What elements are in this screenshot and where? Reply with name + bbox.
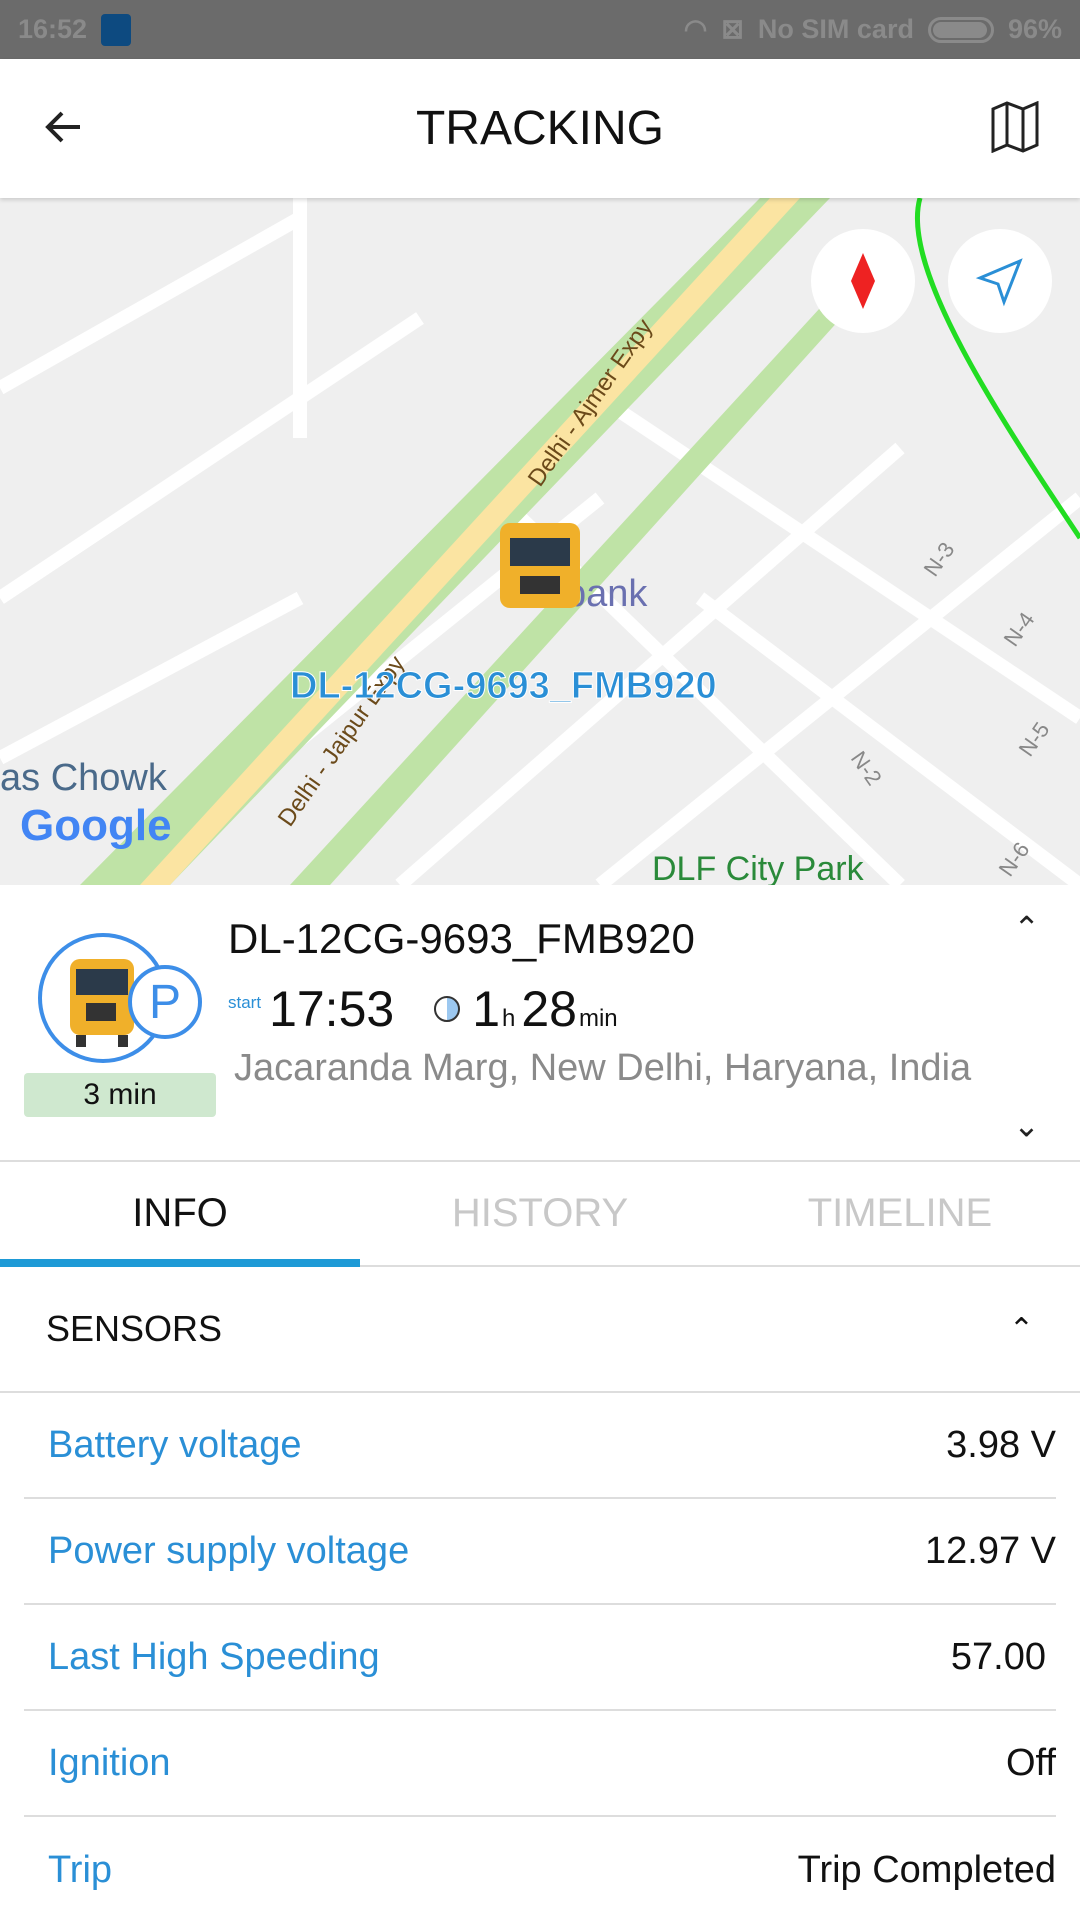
tab-bar: INFO HISTORY TIMELINE [0,1162,1080,1267]
battery-percent: 96% [1007,14,1062,44]
chevron-up-icon[interactable]: ⌃ [1009,1312,1034,1347]
tab-info[interactable]: INFO [0,1162,360,1267]
status-time: 16:52 [18,14,88,44]
sensor-row: Battery voltage 3.98 V [24,1393,1056,1499]
start-time: 17:53 [269,981,395,1037]
google-logo: Google [20,801,172,850]
sensor-list: Battery voltage 3.98 V Power supply volta… [24,1393,1056,1923]
map-label-street: N-5 [1014,717,1055,760]
app-bar: TRACKING [0,59,1080,198]
sensor-row: Power supply voltage 12.97 V [24,1499,1056,1605]
arrow-left-icon[interactable] [40,103,88,151]
sensors-header[interactable]: SENSORS ⌃ [0,1267,1080,1393]
sensor-row: Last High Speeding 57.00 [24,1605,1056,1711]
map-label-street: N-2 [846,747,887,790]
sensor-row: Ignition Off [24,1711,1056,1817]
duration-hours: 1 [472,981,500,1037]
chevron-down-icon[interactable]: ⌃ [1013,1105,1040,1143]
clock-icon [434,996,461,1022]
sensor-value: 3.98 V [946,1423,1056,1466]
hours-unit: h [502,1005,516,1032]
tab-history[interactable]: HISTORY [360,1162,720,1265]
sensor-row: Trip Trip Completed [24,1817,1056,1923]
vehicle-info-panel[interactable]: P 3 min DL-12CG-9693_FMB920 start 17:53 … [0,885,1080,1162]
sensor-value: Trip Completed [797,1848,1056,1891]
chevron-up-icon[interactable]: ⌃ [1013,909,1040,947]
bus-marker-icon[interactable] [500,523,580,608]
sim-icon: ⊠ [721,14,744,44]
notification-icon [101,13,132,46]
map-label-street: N-4 [999,607,1040,650]
vehicle-name: DL-12CG-9693_FMB920 [228,915,695,962]
section-title: SENSORS [46,1308,223,1349]
sensor-value: Off [1006,1741,1056,1784]
page-title: TRACKING [415,102,664,155]
map-label-place: as Chowk [0,757,168,799]
parking-icon: P [128,965,202,1039]
tab-timeline[interactable]: TIMELINE [720,1162,1080,1265]
trip-times: start 17:53 1 h 28 min [228,980,624,1038]
map-icon[interactable] [990,101,1040,153]
idle-duration-badge: 3 min [24,1073,216,1117]
map-label-road: Delhi - Ajmer Expy [523,314,658,491]
wifi-icon: ◠ [683,14,708,44]
battery-icon [927,16,994,43]
map-label-park: DLF City Park [652,850,865,885]
sensor-label: Power supply voltage [48,1529,410,1572]
status-bar: 16:52 ◠ ⊠ No SIM card 96% [0,0,1080,59]
sensor-label: Trip [48,1848,113,1891]
map-label-street: N-3 [919,537,960,580]
my-location-button[interactable] [948,229,1052,333]
duration-minutes: 28 [521,981,577,1037]
sensor-value: 12.97 V [925,1529,1056,1572]
map-view[interactable]: Delhi - Ajmer Expy Delhi - Jaipur Expy a… [0,198,1080,885]
sensor-label: Last High Speeding [48,1635,380,1678]
minutes-unit: min [578,1005,618,1032]
sensor-label: Battery voltage [48,1423,302,1466]
start-label: start [228,993,262,1012]
vehicle-map-label: DL-12CG-9693_FMB920 [290,665,717,707]
vehicle-address: Jacaranda Marg, New Delhi, Haryana, Indi… [234,1047,972,1089]
sensor-value: 57.00 [950,1635,1046,1678]
sim-status: No SIM card [757,14,914,44]
sensor-label: Ignition [48,1741,171,1784]
